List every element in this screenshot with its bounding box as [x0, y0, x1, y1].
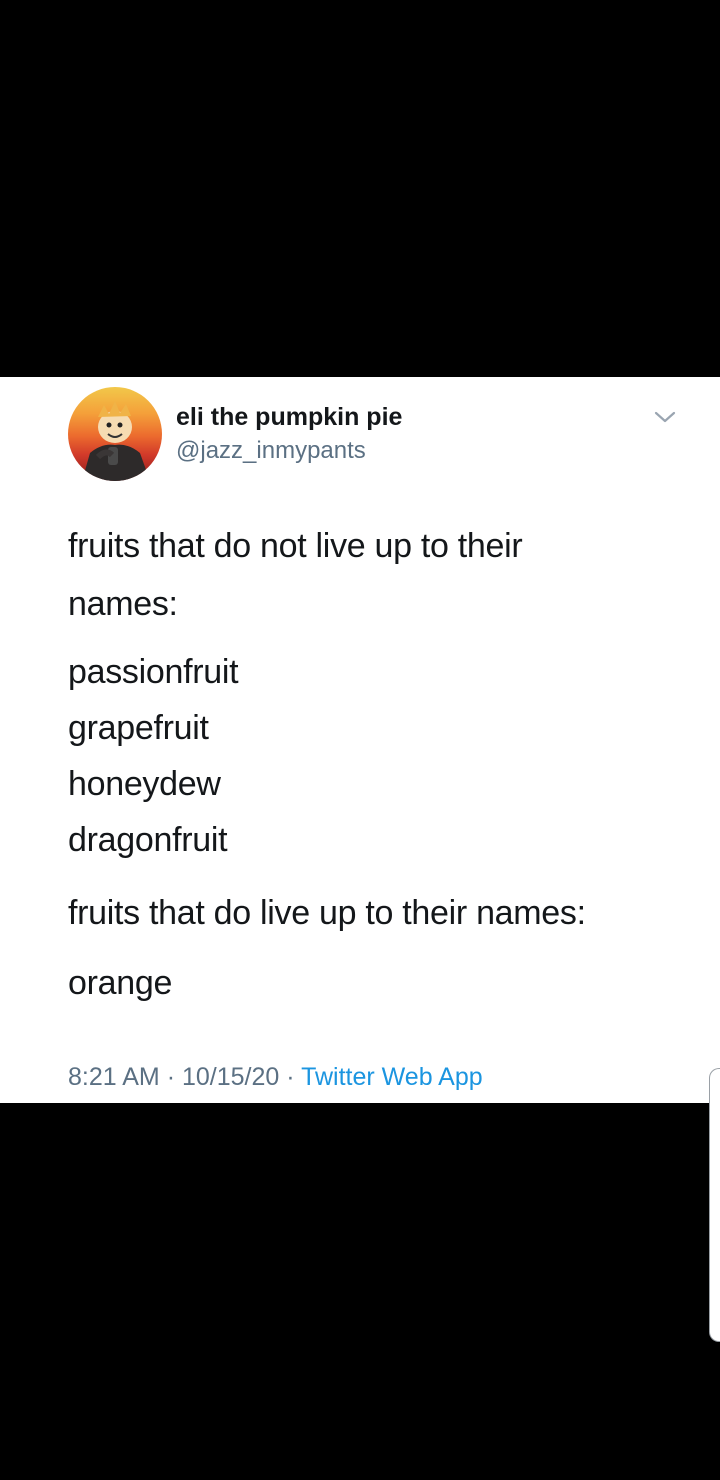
- tweet-text-line: fruits that do not live up to their: [68, 527, 523, 565]
- tweet-text-line: passionfruit: [68, 653, 239, 691]
- avatar[interactable]: [68, 387, 162, 481]
- separator: ·: [286, 1063, 295, 1091]
- user-handle[interactable]: @jazz_inmypants: [176, 437, 366, 465]
- tweet-text-line: dragonfruit: [68, 821, 228, 859]
- bottom-black-area: [0, 1103, 720, 1480]
- separator: ·: [166, 1063, 176, 1091]
- scroll-handle[interactable]: [709, 1068, 720, 1342]
- display-name[interactable]: eli the pumpkin pie: [176, 403, 402, 432]
- chevron-down-icon[interactable]: [650, 407, 680, 427]
- avatar-photo: [82, 401, 150, 481]
- tweet-text-line: grapefruit: [68, 709, 209, 747]
- top-black-area: [0, 0, 720, 377]
- tweet-text-line: honeydew: [68, 765, 221, 803]
- tweet-metadata: 8:21 AM · 10/15/20 · Twitter Web App: [68, 1063, 483, 1092]
- tweet-text-line: fruits that do live up to their names:: [68, 894, 586, 932]
- tweet-time[interactable]: 8:21 AM: [68, 1063, 160, 1091]
- tweet-card[interactable]: eli the pumpkin pie @jazz_inmypants frui…: [0, 377, 720, 1103]
- tweet-text-line: names:: [68, 585, 178, 623]
- tweet-text-line: orange: [68, 964, 173, 1002]
- tweet-date[interactable]: 10/15/20: [182, 1063, 279, 1091]
- tweet-source-link[interactable]: Twitter Web App: [301, 1063, 483, 1091]
